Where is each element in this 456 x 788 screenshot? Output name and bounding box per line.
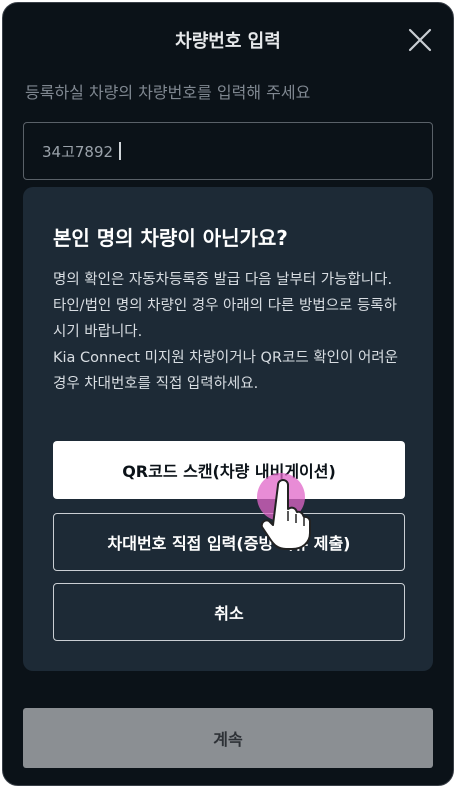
close-button[interactable] — [405, 25, 435, 55]
continue-button[interactable]: 계속 — [23, 708, 433, 768]
plate-number-input[interactable]: 34고7892 — [23, 122, 433, 180]
dialog-body-paragraph-1: 명의 확인은 자동차등록증 발급 다음 날부터 가능합니다. 타인/법인 명의 … — [53, 272, 397, 340]
cancel-button[interactable]: 취소 — [53, 583, 405, 641]
plate-number-value: 34고7892 — [42, 142, 114, 161]
qr-scan-button[interactable]: QR코드 스캔(차량 내비게이션) — [53, 441, 405, 499]
header: 차량번호 입력 — [3, 3, 453, 77]
app-screen: 차량번호 입력 등록하실 차량의 차량번호를 입력해 주세요 34고7892 본… — [2, 2, 454, 786]
text-caret — [119, 142, 122, 160]
page-title: 차량번호 입력 — [175, 31, 281, 52]
manual-vin-entry-button[interactable]: 차대번호 직접 입력(증빙 서류 제출) — [53, 513, 405, 571]
dialog-body: 명의 확인은 자동차등록증 발급 다음 날부터 가능합니다. 타인/법인 명의 … — [53, 267, 409, 397]
close-icon — [408, 28, 432, 52]
instruction-text: 등록하실 차량의 차량번호를 입력해 주세요 — [25, 83, 311, 102]
dialog-title: 본인 명의 차량이 아닌가요? — [53, 226, 288, 250]
dialog-body-paragraph-2: Kia Connect 미지원 차량이거나 QR코드 확인이 어려운 경우 차대… — [53, 350, 398, 392]
ownership-dialog: 본인 명의 차량이 아닌가요? 명의 확인은 자동차등록증 발급 다음 날부터 … — [23, 187, 433, 671]
